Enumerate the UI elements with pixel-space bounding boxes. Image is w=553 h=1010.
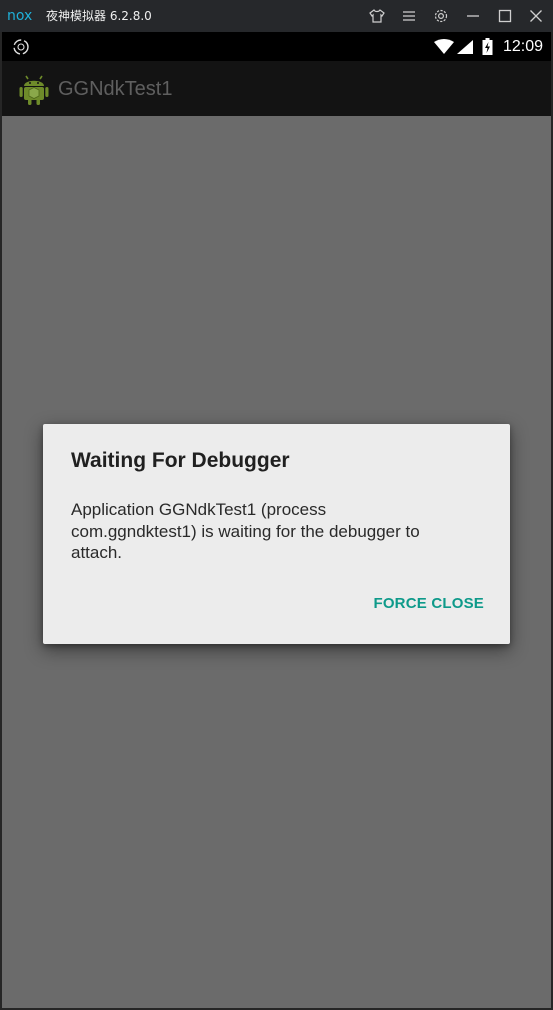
shirt-icon[interactable] (367, 6, 387, 26)
nox-logo-text: nox (7, 8, 32, 23)
dialog-message: Application GGNdkTest1 (process com.ggnd… (71, 500, 420, 562)
status-bar: 12:09 (2, 32, 551, 61)
dialog-title: Waiting For Debugger (71, 449, 290, 472)
wifi-icon (433, 39, 454, 54)
action-bar: GGNdkTest1 (2, 61, 551, 116)
android-icon (19, 75, 49, 105)
nox-status-icon (13, 39, 29, 55)
minimize-icon[interactable] (463, 6, 483, 26)
close-icon[interactable] (526, 6, 546, 26)
signal-icon (456, 40, 473, 54)
battery-icon (482, 38, 493, 55)
force-close-button[interactable]: FORCE CLOSE (373, 594, 484, 614)
gear-icon[interactable] (431, 6, 451, 26)
emulator-title: 夜神模拟器 6.2.8.0 (46, 9, 152, 23)
app-title: GGNdkTest1 (58, 78, 173, 100)
maximize-icon[interactable] (495, 6, 515, 26)
status-icons: 12:09 (433, 32, 543, 61)
emulator-titlebar: nox 夜神模拟器 6.2.8.0 (0, 0, 553, 32)
nox-logo-icon: nox (7, 8, 32, 23)
waiting-for-debugger-dialog: Waiting For Debugger Application GGNdkTe… (43, 424, 510, 644)
menu-icon[interactable] (399, 6, 419, 26)
android-screen: 12:09 GGNdkTest1 Waiting For Debugger Ap… (2, 32, 551, 1008)
status-clock: 12:09 (502, 38, 543, 55)
